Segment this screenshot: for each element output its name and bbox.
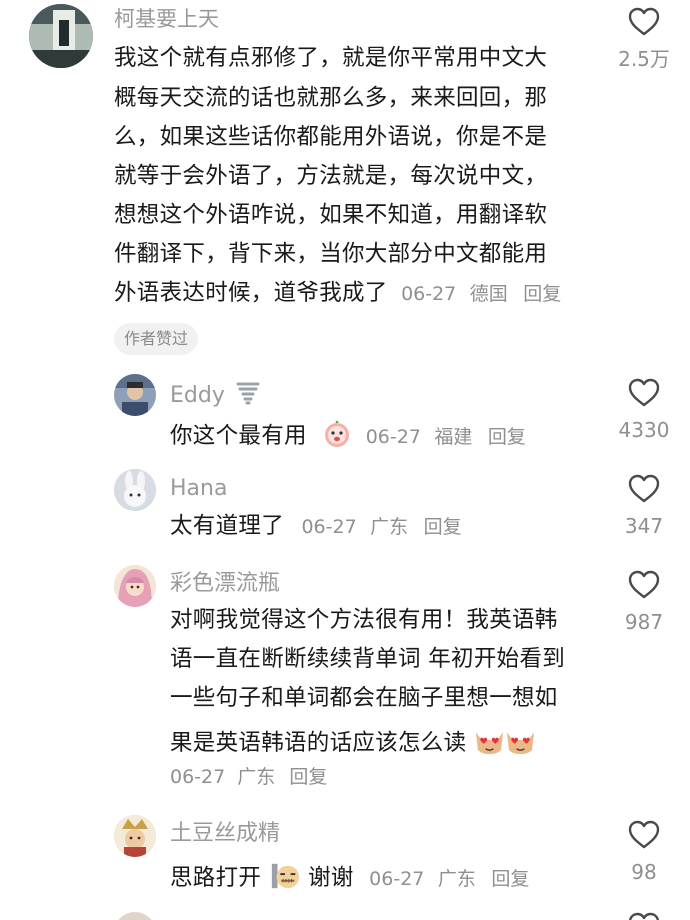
like-count: 98 [631, 860, 657, 884]
avatar[interactable] [114, 815, 156, 857]
reply-text-line: 果是英语韩语的话应该怎么读 [170, 730, 467, 756]
comment-author[interactable]: 柯基要上天 [114, 9, 219, 30]
peach-face-emoji [325, 420, 350, 447]
heart-icon[interactable] [628, 474, 660, 504]
comment-last-line: 外语表达时候，道爷我成了 06-27 德国 回复 [114, 282, 561, 305]
reply-text-line: 你这个最有用 06-27 福建 回复 [170, 419, 526, 449]
reply-location: 广东 [237, 766, 276, 788]
heart-eyes-cat-emoji [475, 732, 534, 755]
reply-author[interactable]: 土豆丝成精 [170, 823, 280, 845]
reply-button[interactable]: 回复 [424, 516, 462, 538]
reply-button[interactable]: 回复 [523, 283, 561, 305]
avatar[interactable] [114, 912, 156, 920]
next-reply-partial [114, 912, 690, 920]
heart-icon[interactable] [628, 820, 660, 850]
tornado-icon [236, 382, 260, 405]
comment-date: 06-27 [401, 283, 457, 305]
like-count: 987 [624, 610, 664, 634]
avatar[interactable] [114, 565, 156, 607]
reply-meta: 06-27 广东 回复 [170, 768, 327, 787]
comments-page: 柯基要上天 我这个就有点邪修了，就是你平常用中文大 概每天交流的话也就那么多，来… [0, 0, 690, 920]
avatar[interactable] [114, 469, 156, 511]
reply-date: 06-27 [170, 766, 226, 788]
heart-icon[interactable] [628, 378, 660, 408]
zipper-face-emoji [271, 863, 299, 889]
reply-text-line: 对啊我觉得这个方法很有用！我英语韩 [170, 607, 558, 633]
reply-location: 广东 [437, 868, 476, 890]
like-count: 4330 [618, 418, 670, 442]
reply-text-line: 太有道理了 06-27 广东 回复 [170, 513, 462, 539]
comment-location: 德国 [469, 283, 508, 305]
author-liked-badge: 作者赞过 [114, 323, 199, 355]
heart-icon[interactable] [628, 7, 660, 37]
avatar[interactable] [114, 374, 156, 416]
reply-date: 06-27 [301, 516, 357, 538]
reply-button[interactable]: 回复 [491, 868, 529, 890]
comment-text-line: 么，如果这些话你都能用外语说，你是不是 [114, 124, 548, 150]
comment-text-line: 想想这个外语咋说，如果不知道，用翻译软 [114, 202, 548, 228]
comment-text-line: 概每天交流的话也就那么多，来来回回，那 [114, 85, 548, 111]
reply-text-line-with-emoji: 果是英语韩语的话应该怎么读 [170, 726, 538, 756]
reply-date: 06-27 [369, 868, 425, 890]
reply-location: 广东 [370, 516, 409, 538]
reply-author[interactable]: Eddy [170, 380, 261, 407]
like-count: 2.5万 [618, 47, 670, 71]
reply-author[interactable]: Hana [170, 478, 227, 500]
reply-author[interactable]: 彩色漂流瓶 [170, 573, 280, 595]
heart-icon[interactable] [628, 912, 660, 920]
reply-location: 福建 [434, 426, 473, 448]
comment-text-line: 我这个就有点邪修了，就是你平常用中文大 [114, 45, 548, 71]
reply-text-line: 一些句子和单词都会在脑子里想一想如 [170, 685, 558, 711]
reply-text-line: 思路打开 谢谢 06-27 广东 回复 [170, 861, 529, 891]
reply-date: 06-27 [365, 426, 421, 448]
like-count: 347 [624, 514, 664, 538]
reply-button[interactable]: 回复 [488, 426, 526, 448]
avatar[interactable] [29, 4, 93, 68]
comment-text-line: 就等于会外语了，方法就是，每次说中文， [114, 163, 548, 189]
reply-button[interactable]: 回复 [289, 766, 327, 788]
comment-text-line: 件翻译下，背下来，当你大部分中文都能用 [114, 241, 548, 267]
reply-text-line: 语一直在断断续续背单词 年初开始看到 [170, 646, 566, 672]
comment-text-line: 外语表达时候，道爷我成了 [114, 280, 388, 306]
heart-icon[interactable] [628, 570, 660, 600]
